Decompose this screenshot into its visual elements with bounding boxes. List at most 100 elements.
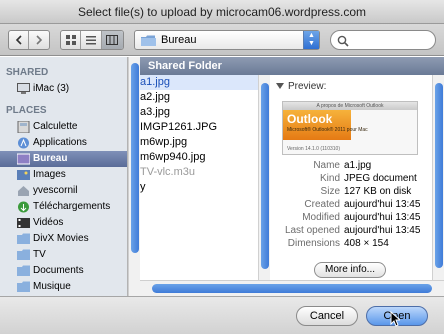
file-column-scrollbar[interactable]	[258, 75, 270, 280]
more-info-button[interactable]: More info...	[314, 262, 386, 278]
sidebar-item-label: DivX Movies	[33, 233, 89, 244]
sidebar-item-tv[interactable]: TV	[0, 247, 127, 263]
scroll-thumb[interactable]	[261, 83, 269, 269]
sidebar-scrollbar[interactable]	[128, 57, 140, 296]
preview-heading-label: Preview:	[288, 81, 327, 92]
preview-pane: Preview: A propos de Microsoft Outlook O…	[270, 75, 432, 280]
cancel-button[interactable]: Cancel	[296, 306, 358, 326]
info-key: Created	[304, 199, 340, 210]
sidebar-item-videos[interactable]: Vidéos	[0, 215, 127, 231]
info-value: 408 × 154	[344, 238, 389, 249]
sidebar-item-documents[interactable]: Documents	[0, 263, 127, 279]
sidebar-item-imac[interactable]: iMac (3)	[0, 81, 127, 97]
info-key: Dimensions	[287, 238, 340, 249]
preview-heading: Preview:	[276, 81, 326, 92]
applications-icon	[18, 137, 29, 149]
sidebar-item-calculette[interactable]: Calculette	[0, 119, 127, 135]
info-value: 127 KB on disk	[344, 186, 412, 197]
disclosure-triangle-icon	[276, 83, 284, 90]
sidebar-item-yvescornil[interactable]: yvescornil	[0, 183, 127, 199]
info-row-size: Size 127 KB on disk	[270, 185, 432, 198]
columns-icon	[106, 35, 119, 45]
downloads-icon	[18, 201, 29, 213]
back-button[interactable]	[9, 31, 30, 49]
location-label: Bureau	[161, 34, 197, 46]
folder-icon	[141, 35, 156, 46]
sidebar-item-label: Vidéos	[33, 217, 64, 228]
file-item[interactable]: a2.jpg	[140, 90, 258, 105]
chevron-right-icon	[36, 35, 43, 45]
sidebar-item-divx-movies[interactable]: DivX Movies	[0, 231, 127, 247]
location-popup[interactable]: Bureau ▲ ▼	[134, 30, 320, 50]
info-key: Last opened	[284, 225, 340, 236]
file-item[interactable]: y	[140, 180, 258, 195]
home-icon	[18, 186, 29, 196]
sidebar-header-places: PLACES	[6, 105, 47, 116]
info-key: Name	[313, 160, 340, 171]
tv-icon	[17, 249, 30, 260]
scroll-thumb[interactable]	[131, 63, 139, 253]
info-key: Kind	[319, 173, 340, 184]
chevron-left-icon	[15, 35, 22, 45]
list-view-button[interactable]	[81, 31, 102, 49]
info-row-name: Name a1.jpg	[270, 159, 432, 172]
grid-icon	[65, 35, 76, 45]
sidebar-item-images[interactable]: Images	[0, 167, 127, 183]
info-key: Modified	[302, 212, 340, 223]
file-item[interactable]: m6wp940.jpg	[140, 150, 258, 165]
info-value: aujourd'hui 13:45	[344, 212, 421, 223]
sidebar-item-label: Calculette	[33, 121, 78, 132]
file-info: Name a1.jpg Kind JPEG document Size 127 KB …	[270, 159, 432, 250]
sidebar-item-label: yvescornil	[33, 185, 78, 196]
sidebar: SHARED iMac (3) PLACES Calculette Applic…	[0, 57, 128, 296]
info-key: Size	[320, 186, 340, 197]
info-row-last-opened: Last opened aujourd'hui 13:45	[270, 224, 432, 237]
window-title: Select file(s) to upload by microcam06.w…	[0, 0, 444, 24]
music-icon	[17, 281, 30, 292]
search-field[interactable]	[330, 30, 436, 50]
file-column: a1.jpg a2.jpg a3.jpg IMGP1261.JPG m6wp.j…	[140, 75, 258, 280]
scroll-thumb[interactable]	[435, 83, 443, 268]
icon-view-button[interactable]	[61, 31, 82, 49]
preview-scrollbar[interactable]	[432, 75, 444, 280]
sidebar-item-label: Documents	[33, 265, 84, 276]
nav-back-forward	[8, 30, 50, 50]
file-item[interactable]: m6wp.jpg	[140, 135, 258, 150]
thumbnail-version: Version 14.1.0 (110310)	[287, 146, 341, 152]
videos-icon	[17, 218, 30, 228]
mouse-pointer-icon	[390, 311, 400, 327]
sidebar-item-applications[interactable]: Applications	[0, 135, 127, 151]
imac-icon	[17, 83, 30, 94]
sidebar-item-bureau[interactable]: Bureau	[0, 151, 127, 167]
documents-icon	[17, 265, 30, 276]
view-switcher	[60, 30, 124, 50]
sidebar-item-telechargements[interactable]: Téléchargements	[0, 199, 127, 215]
info-value: a1.jpg	[344, 160, 372, 171]
column-view-button[interactable]	[101, 31, 123, 49]
info-value: JPEG document	[344, 173, 417, 184]
file-item[interactable]: TV-vlc.m3u	[140, 165, 258, 180]
sidebar-item-label: Bureau	[33, 153, 68, 164]
calculator-icon	[17, 121, 30, 133]
thumbnail-brand: Outlook	[287, 112, 333, 126]
sidebar-item-label: TV	[33, 249, 46, 260]
forward-button[interactable]	[29, 31, 49, 49]
sidebar-header-shared: SHARED	[6, 67, 49, 78]
preview-thumbnail: A propos de Microsoft Outlook Outlook Mi…	[282, 101, 418, 155]
list-icon	[86, 36, 97, 45]
movies-icon	[17, 233, 30, 244]
desktop-icon	[17, 153, 30, 165]
file-item[interactable]: a3.jpg	[140, 105, 258, 120]
sidebar-item-label: Applications	[33, 137, 87, 148]
thumbnail-subtitle: Microsoft® Outlook® 2011 pour Mac	[287, 127, 368, 133]
info-row-created: Created aujourd'hui 13:45	[270, 198, 432, 211]
sidebar-item-musique[interactable]: Musique	[0, 279, 127, 295]
info-value: aujourd'hui 13:45	[344, 199, 421, 210]
file-item[interactable]: a1.jpg	[140, 75, 258, 90]
scroll-thumb[interactable]	[152, 284, 432, 293]
file-item[interactable]: IMGP1261.JPG	[140, 120, 258, 135]
sidebar-item-label: Images	[33, 169, 66, 180]
dialog-footer: Cancel Open	[0, 296, 444, 334]
horizontal-scrollbar[interactable]	[140, 280, 444, 296]
info-value: aujourd'hui 13:45	[344, 225, 421, 236]
